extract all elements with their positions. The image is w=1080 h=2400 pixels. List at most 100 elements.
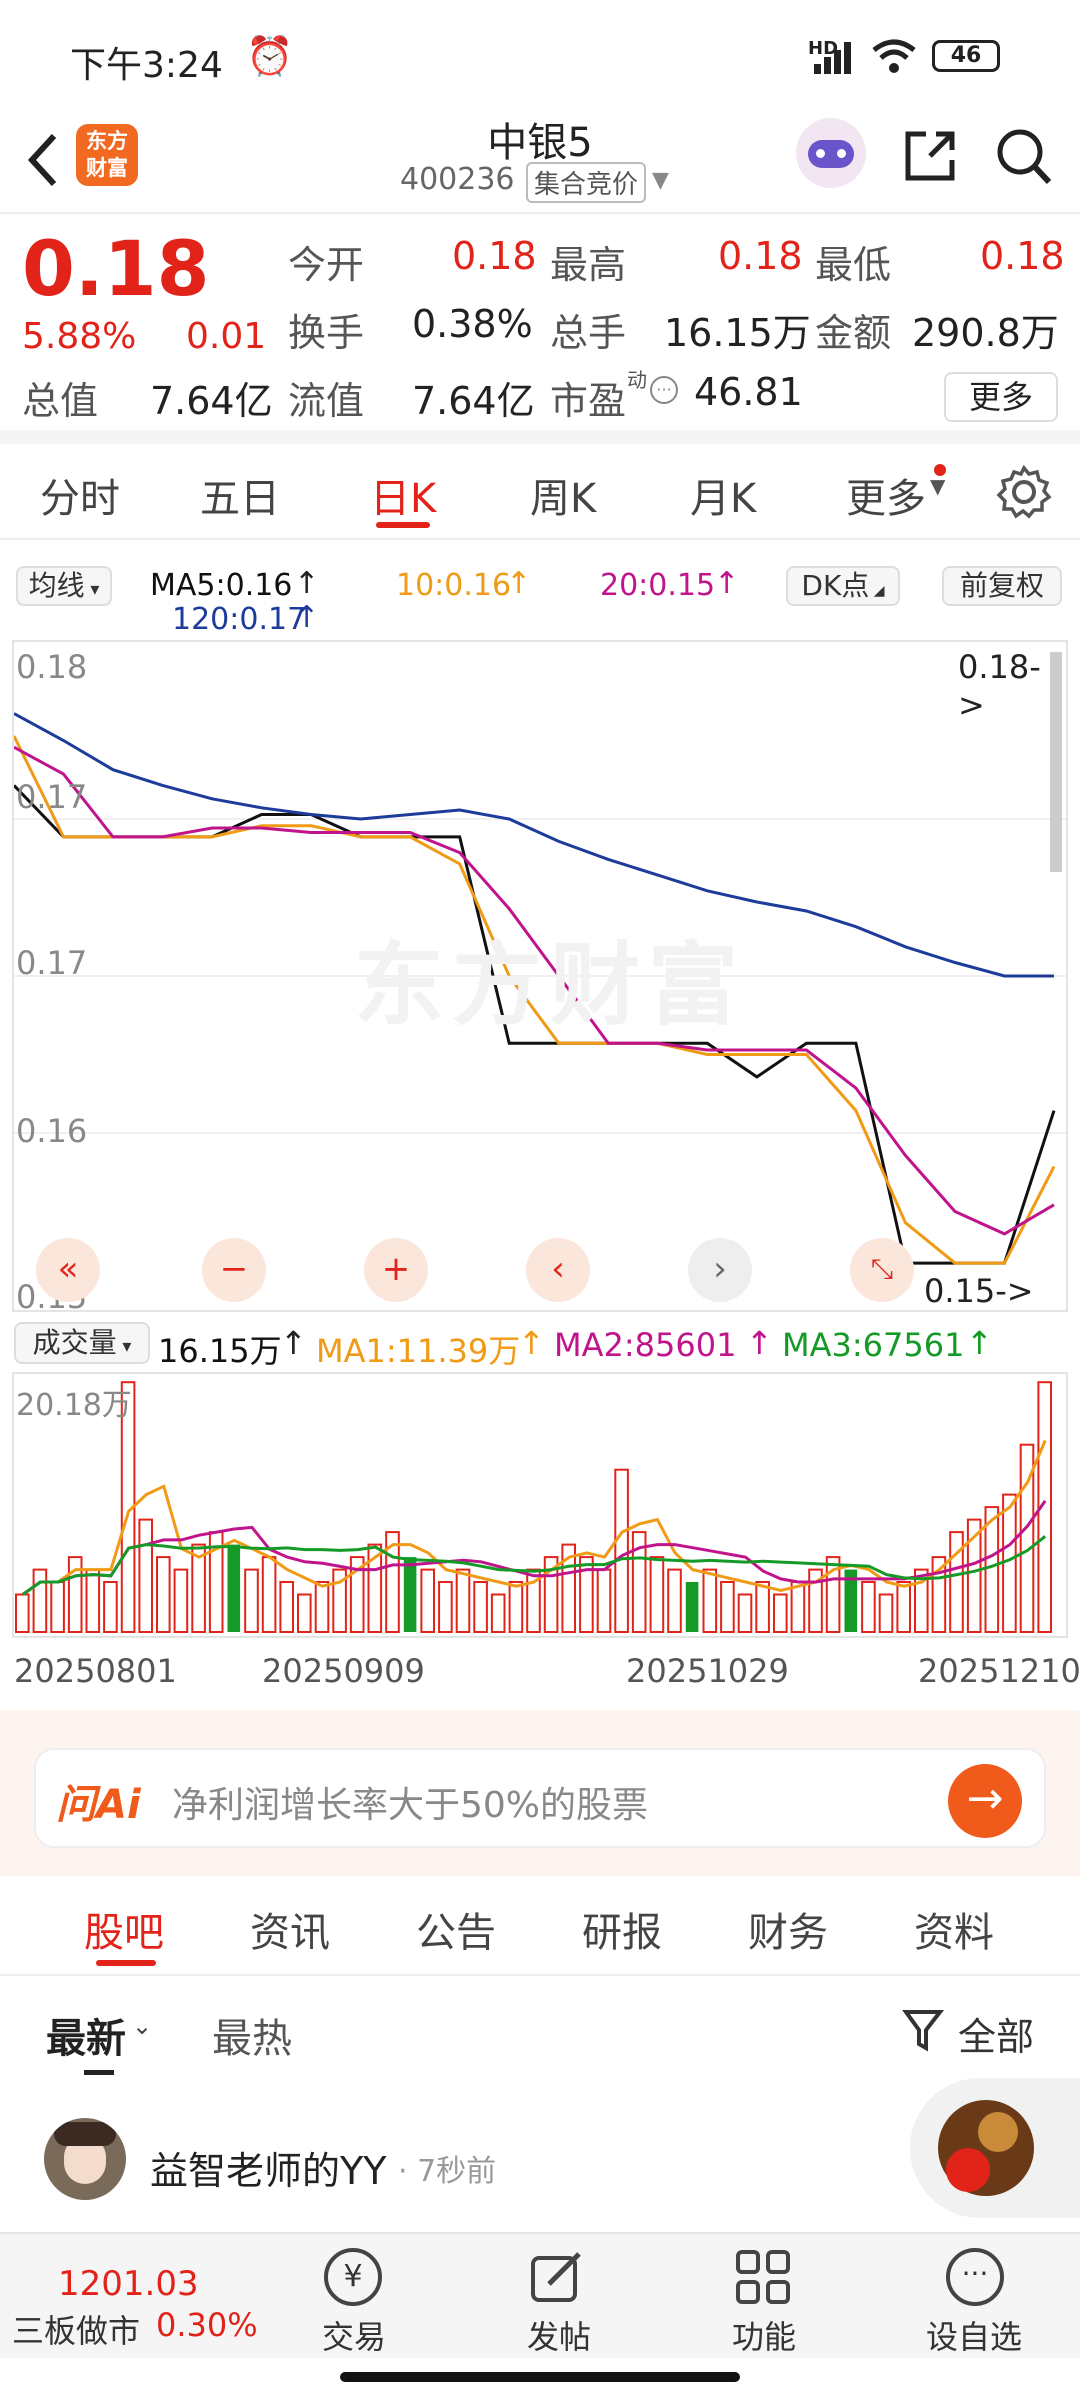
high-value: 0.18 — [718, 234, 803, 278]
watermark: 东方财富 — [354, 933, 746, 1038]
active-tab-indicator — [376, 522, 430, 528]
nav-post[interactable]: 发帖 — [505, 2242, 615, 2356]
arrow-right-icon[interactable]: → — [948, 1764, 1022, 1838]
sort-latest[interactable]: 最新 — [46, 2006, 126, 2064]
volume-bar — [455, 1568, 471, 1634]
index-ticker[interactable]: 1201.03 三板做市 0.30% — [0, 2234, 260, 2360]
ma-selector[interactable]: 均线 ▾ — [16, 566, 112, 606]
volume-bar — [508, 1581, 524, 1633]
vol-ma3-label: MA3:67561 — [782, 1326, 965, 1364]
ask-ai-placeholder: 净利润增长率大于50%的股票 — [172, 1785, 649, 1826]
info-icon[interactable]: ··· — [650, 376, 678, 404]
stock-header: 东方 财富 中银5 400236 集合竞价 ▼ — [0, 110, 1080, 214]
volume-bar — [85, 1568, 101, 1634]
volume-bar — [737, 1593, 753, 1633]
volume-bar — [297, 1593, 312, 1633]
volume-bar — [878, 1593, 894, 1633]
tab-profile[interactable]: 资料 — [914, 1900, 994, 1958]
zoom-out-icon[interactable]: − — [202, 1238, 266, 1302]
sort-hot[interactable]: 最热 — [212, 2006, 292, 2064]
volume-bar — [261, 1556, 277, 1634]
volume-chart[interactable]: 20.18万 — [12, 1372, 1068, 1638]
nav-trade[interactable]: ¥ 交易 — [300, 2242, 410, 2356]
tab-guba[interactable]: 股吧 — [84, 1900, 164, 1958]
volume-bar — [32, 1568, 48, 1634]
tab-monthly-k[interactable]: 月K — [690, 466, 756, 524]
active-news-tab-indicator — [96, 1960, 156, 1966]
tab-daily-k[interactable]: 日K — [370, 466, 436, 524]
volume-bar — [103, 1581, 118, 1633]
more-button[interactable]: 更多 — [944, 372, 1058, 422]
red-dot-badge — [934, 464, 946, 476]
volume-selector[interactable]: 成交量 ▾ — [14, 1322, 150, 1364]
tab-intraday[interactable]: 分时 — [40, 466, 120, 524]
market-tag[interactable]: 集合竞价 — [526, 162, 647, 203]
more-dots-icon: ··· — [946, 2248, 1004, 2306]
signal-icon — [814, 42, 851, 74]
open-label: 今开 — [288, 243, 365, 287]
chart-tabs: 分时 五日 日K 周K 月K 更多 ▼ — [0, 444, 1080, 540]
fast-back-icon[interactable]: « — [36, 1238, 100, 1302]
volume-bar — [279, 1581, 294, 1633]
index-change: 0.30% — [156, 2306, 258, 2344]
y-label-4: 0.16 — [16, 1112, 88, 1150]
volume-bar — [1002, 1493, 1017, 1633]
kline-chart[interactable]: 东方财富 0.18 0.17 0.17 0.16 0.15 0.18-> 0.1… — [12, 640, 1068, 1316]
amount-label: 金额 — [815, 311, 892, 355]
float-label: 流值 — [288, 379, 365, 423]
dk-point-button[interactable]: DK点 ◢ — [786, 566, 900, 606]
up-arrow-icon: ↑ — [966, 1324, 993, 1362]
y-label-2: 0.17 — [16, 778, 88, 816]
change-pct: 5.88% — [22, 316, 137, 357]
ask-ai-brand: 问Ai — [56, 1782, 141, 1828]
prev-icon[interactable]: ‹ — [526, 1238, 590, 1302]
floating-promo[interactable] — [910, 2078, 1080, 2218]
adjust-button[interactable]: 前复权 — [942, 566, 1062, 606]
ma10-label: 10:0.16 — [396, 568, 512, 603]
volume-legend-bar: 成交量 ▾ 16.15万 ↑ MA1:11.39万 ↑ MA2:85601 ↑ MA3… — [0, 1314, 1080, 1370]
tab-five-day[interactable]: 五日 — [200, 466, 280, 524]
ma-legend-bar: 均线 ▾ MA5:0.16 ↑ 10:0.16 ↑ 20:0.15 ↑ 120:0.1… — [0, 540, 1080, 640]
volume-bar — [490, 1593, 506, 1633]
ask-ai-input[interactable]: 问Ai 净利润增长率大于50%的股票 → — [34, 1748, 1046, 1848]
pe-value: 46.81 — [694, 370, 803, 414]
status-bar: 下午3:24 ⏰ HD 46 — [0, 0, 1080, 110]
volume-bar — [667, 1568, 682, 1634]
search-icon[interactable] — [994, 124, 1054, 188]
chevron-down-icon[interactable]: ▼ — [652, 168, 669, 193]
scroll-indicator[interactable] — [1050, 652, 1062, 872]
volume-bar — [649, 1556, 665, 1634]
up-arrow-icon: ↑ — [294, 566, 320, 601]
status-time: 下午3:24 — [70, 45, 223, 86]
chevron-down-icon: ⌄ — [132, 2012, 153, 2040]
zoom-in-icon[interactable]: + — [364, 1238, 428, 1302]
next-icon[interactable]: › — [688, 1238, 752, 1302]
filter-icon[interactable] — [902, 2006, 946, 2054]
tab-announcements[interactable]: 公告 — [416, 1900, 496, 1958]
tab-finance[interactable]: 财务 — [748, 1900, 828, 1958]
nav-function[interactable]: 功能 — [710, 2242, 820, 2356]
tab-news[interactable]: 资讯 — [250, 1900, 330, 1958]
nav-add-watchlist[interactable]: ··· 设自选 — [910, 2242, 1040, 2356]
volume-selector-label: 成交量 — [32, 1326, 117, 1359]
tab-weekly-k[interactable]: 周K — [530, 466, 596, 524]
settings-gear-icon[interactable] — [996, 464, 1052, 520]
avatar[interactable] — [44, 2118, 126, 2200]
date-label-2: 20250909 — [262, 1652, 425, 1690]
low-marker: 0.15-> — [924, 1272, 1034, 1310]
share-icon[interactable] — [900, 126, 960, 186]
tab-research[interactable]: 研报 — [582, 1900, 662, 1958]
post-username[interactable]: 益智老师的YY — [150, 2140, 386, 2195]
tab-more[interactable]: 更多 — [846, 466, 926, 524]
volume-bar — [473, 1581, 488, 1633]
filter-all[interactable]: 全部 — [958, 2006, 1034, 2061]
y-label-top: 0.18 — [16, 648, 88, 686]
volume-bar — [949, 1531, 964, 1634]
alarm-icon: ⏰ — [246, 34, 294, 78]
fullscreen-icon[interactable]: ⤡ — [850, 1238, 914, 1302]
date-label-3: 20251029 — [626, 1652, 789, 1690]
bottom-nav: 1201.03 三板做市 0.30% ¥ 交易 发帖 功能 ··· 设自选 — [0, 2232, 1080, 2358]
robot-avatar-icon[interactable] — [796, 118, 866, 188]
promo-icon[interactable] — [938, 2100, 1034, 2196]
nav-post-label: 发帖 — [527, 2318, 592, 2356]
